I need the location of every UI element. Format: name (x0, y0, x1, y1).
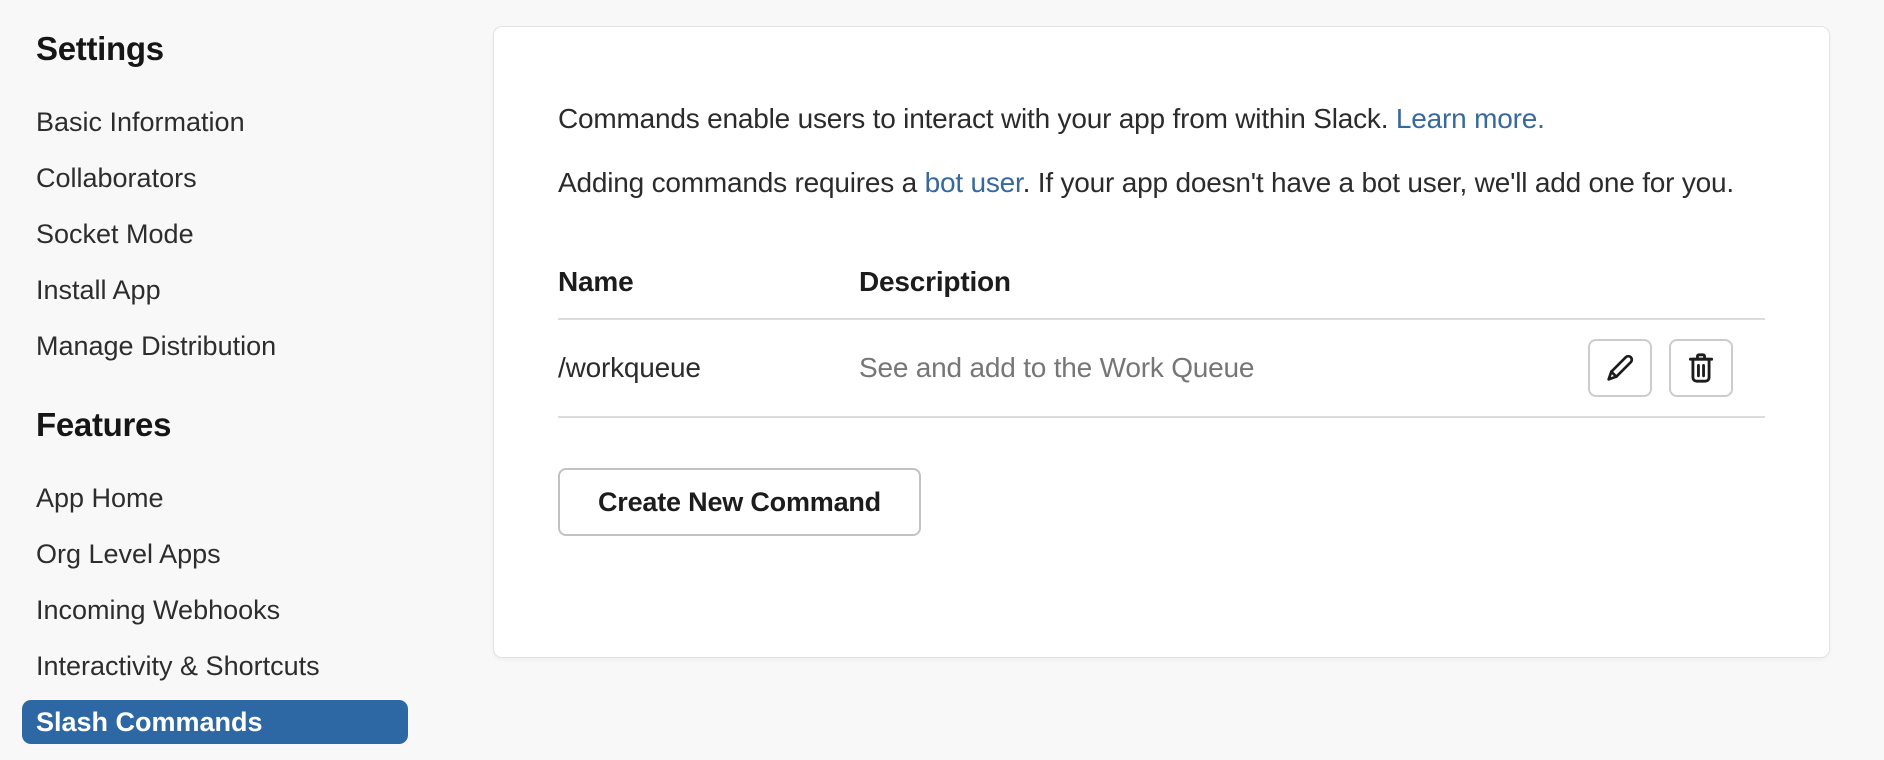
sidebar-heading-settings: Settings (36, 30, 164, 67)
learn-more-link[interactable]: Learn more. (1396, 103, 1545, 134)
pencil-icon (1607, 354, 1634, 381)
create-new-command-button[interactable]: Create New Command (558, 468, 921, 536)
command-description: See and add to the Work Queue (859, 352, 1255, 383)
sidebar-heading-features: Features (36, 406, 172, 443)
intro-paragraph-1: Commands enable users to interact with y… (558, 99, 1765, 139)
row-actions (1588, 339, 1733, 397)
edit-command-button[interactable] (1588, 339, 1652, 397)
sidebar-item-install-app[interactable]: Install App (22, 262, 408, 318)
sidebar-item-incoming-webhooks[interactable]: Incoming Webhooks (22, 582, 408, 638)
command-name: /workqueue (558, 352, 701, 383)
commands-table-header: Name Description (558, 266, 1765, 320)
trash-icon (1688, 353, 1714, 383)
intro-text-1: Commands enable users to interact with y… (558, 103, 1389, 134)
sidebar-item-manage-distribution[interactable]: Manage Distribution (22, 318, 408, 374)
delete-command-button[interactable] (1669, 339, 1733, 397)
commands-table: Name Description /workqueue See and add … (558, 266, 1765, 418)
settings-sidebar: Settings Basic Information Collaborators… (22, 24, 408, 744)
sidebar-item-basic-information[interactable]: Basic Information (22, 94, 408, 150)
column-header-name: Name (558, 266, 634, 297)
sidebar-item-app-home[interactable]: App Home (22, 470, 408, 526)
command-table-row: /workqueue See and add to the Work Queue (558, 320, 1765, 418)
slash-commands-card: Commands enable users to interact with y… (493, 26, 1830, 658)
sidebar-item-collaborators[interactable]: Collaborators (22, 150, 408, 206)
sidebar-item-org-level-apps[interactable]: Org Level Apps (22, 526, 408, 582)
sidebar-item-slash-commands[interactable]: Slash Commands (22, 700, 408, 744)
intro-paragraph-2: Adding commands requires a bot user. If … (558, 159, 1765, 206)
column-header-description: Description (859, 266, 1011, 297)
intro-text-2b: . If your app doesn't have a bot user, w… (1022, 167, 1735, 198)
sidebar-item-interactivity-shortcuts[interactable]: Interactivity & Shortcuts (22, 638, 408, 694)
bot-user-link[interactable]: bot user (925, 167, 1023, 198)
intro-text-2a: Adding commands requires a (558, 167, 925, 198)
sidebar-item-socket-mode[interactable]: Socket Mode (22, 206, 408, 262)
